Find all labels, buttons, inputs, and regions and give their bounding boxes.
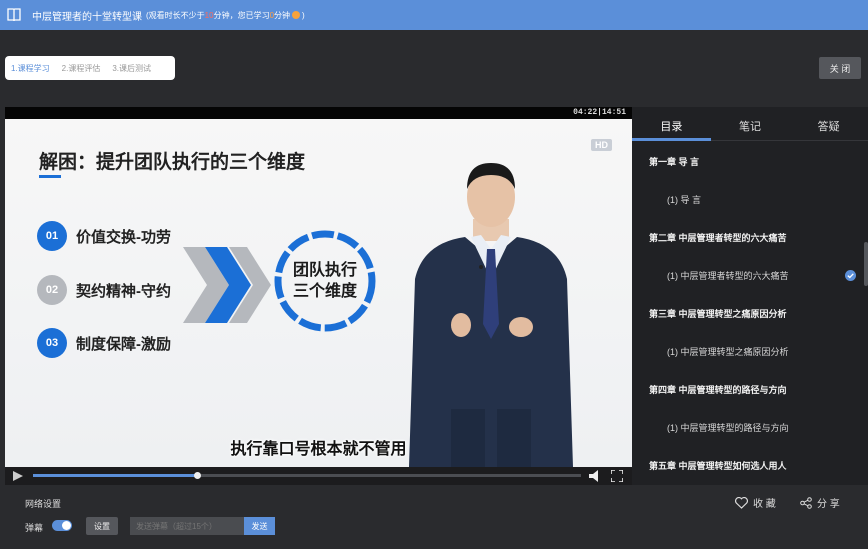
progress-knob[interactable]	[194, 472, 202, 479]
chevron-arrows-icon	[183, 247, 271, 323]
video-subtitle: 执行靠口号根本就不管用	[230, 441, 407, 458]
toc-lesson[interactable]: (1) 中层管理转型之痛原因分析	[632, 332, 868, 370]
dimension-number: 03	[37, 328, 67, 358]
coin-icon	[292, 11, 301, 20]
close-button[interactable]: 关 闭	[819, 57, 861, 79]
toc-lesson-label: (1) 中层管理者转型的六大痛苦	[667, 270, 789, 281]
video-frame[interactable]: 解困：提升团队执行的三个维度 HD 01 价值交换-功劳 02 契约精神-守约 …	[5, 119, 632, 467]
volume-icon[interactable]	[589, 470, 603, 482]
dimension-label: 制度保障-激励	[76, 335, 171, 353]
fullscreen-icon[interactable]	[611, 470, 623, 482]
tab-notes[interactable]: 笔记	[711, 107, 790, 140]
progress-fill	[33, 474, 198, 477]
toc-chapter[interactable]: 第四章 中层管理转型的路径与方向	[632, 370, 868, 408]
title-bar: 中层管理者的十堂转型课 (观看时长不少于10分钟，您已学习0分钟)	[0, 0, 868, 30]
dimension-label: 契约精神-守约	[76, 282, 171, 300]
sidebar-scrollbar[interactable]	[864, 242, 868, 286]
favorite-label: 收 藏	[753, 499, 776, 510]
toc-chapter[interactable]: 第三章 中层管理转型之痛原因分析	[632, 294, 868, 332]
course-title: 中层管理者的十堂转型课	[32, 11, 142, 23]
toc-chapter[interactable]: 第五章 中层管理转型如何选人用人	[632, 446, 868, 484]
time-display: 04:22|14:51	[573, 108, 626, 117]
heart-icon	[735, 496, 748, 509]
slide-title: 解困：提升团队执行的三个维度	[39, 152, 306, 173]
title-underline	[39, 175, 61, 178]
step-post-test[interactable]: 3.课后测试	[112, 63, 151, 74]
dimension-number: 02	[37, 275, 67, 305]
share-icon	[800, 496, 812, 509]
progress-bar[interactable]	[33, 472, 581, 479]
toc-chapter[interactable]: 第二章 中层管理者转型的六大痛苦	[632, 218, 868, 256]
toggle-knob	[62, 521, 71, 530]
hd-badge: HD	[591, 139, 612, 151]
step-course-evaluation[interactable]: 2.课程评估	[62, 63, 101, 74]
sidebar-tabs: 目录 笔记 答疑	[632, 107, 868, 141]
toc-lesson[interactable]: (1) 中层管理者转型的六大痛苦	[632, 256, 868, 294]
tab-qa[interactable]: 答疑	[789, 107, 868, 140]
danmu-input[interactable]	[130, 517, 244, 535]
danmu-toggle[interactable]	[52, 520, 72, 531]
course-sidebar: 目录 笔记 答疑 第一章 导 言 (1) 导 言 第二章 中层管理者转型的六大痛…	[632, 107, 868, 485]
favorite-button[interactable]: 收 藏	[735, 495, 776, 510]
course-steps: 1.课程学习 2.课程评估 3.课后测试	[5, 56, 175, 80]
danmu-label: 弹幕	[25, 523, 44, 533]
circle-line-1: 团队执行	[292, 262, 357, 279]
book-icon	[7, 8, 21, 22]
dimension-label: 价值交换-功劳	[76, 228, 171, 246]
toc-lesson[interactable]: (1) 导 言	[632, 180, 868, 218]
step-course-study[interactable]: 1.课程学习	[11, 63, 50, 74]
time-strip: 04:22|14:51	[5, 107, 632, 119]
toc-chapter[interactable]: 第一章 导 言	[632, 142, 868, 180]
tab-catalog[interactable]: 目录	[632, 107, 711, 141]
player-controls	[5, 467, 632, 485]
bottom-bar: 网络设置 收 藏 分 享 弹幕 设置 发送	[0, 485, 868, 549]
danmu-settings-button[interactable]: 设置	[86, 517, 118, 535]
share-button[interactable]: 分 享	[800, 495, 840, 510]
network-settings-link[interactable]: 网络设置	[25, 497, 61, 510]
play-icon[interactable]	[13, 471, 23, 481]
dimension-circle: 团队执行 三个维度	[273, 229, 377, 333]
dimension-item: 02 契约精神-守约	[37, 275, 171, 305]
send-button[interactable]: 发送	[244, 517, 275, 535]
dimension-item: 03 制度保障-激励	[37, 328, 171, 358]
toc-lesson[interactable]: (1) 中层管理转型的路径与方向	[632, 408, 868, 446]
share-label: 分 享	[817, 499, 840, 510]
dimension-item: 01 价值交换-功劳	[37, 221, 171, 251]
table-of-contents: 第一章 导 言 (1) 导 言 第二章 中层管理者转型的六大痛苦 (1) 中层管…	[632, 142, 868, 484]
completed-check-icon	[845, 270, 856, 281]
video-player[interactable]: 04:22|14:51 解困：提升团队执行的三个维度 HD 01 价值交换-功劳…	[5, 107, 632, 485]
presenter-figure	[409, 163, 573, 467]
dimension-number: 01	[37, 221, 67, 251]
circle-line-2: 三个维度	[292, 283, 357, 300]
watch-requirement-note: (观看时长不少于10分钟，您已学习0分钟)	[146, 10, 305, 20]
